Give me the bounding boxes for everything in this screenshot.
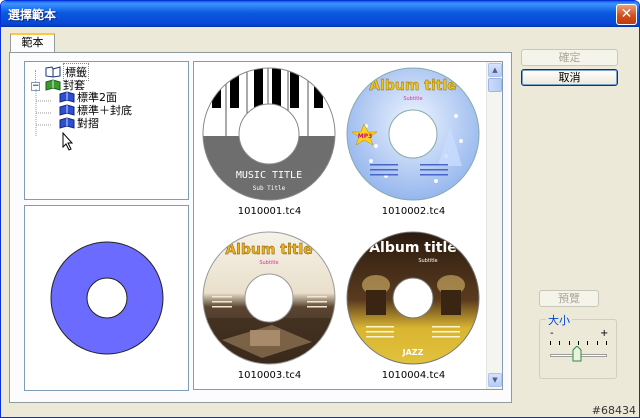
disc-1-title: MUSIC TITLE (236, 170, 302, 181)
disc-jazz-icon: Album title Subtitle JAZZ (346, 231, 480, 365)
cancel-button[interactable]: 取消 (521, 69, 618, 86)
disc-2-badge: MP3 (358, 133, 373, 140)
disc-winter-icon: Album title Subtitle MP3 (346, 67, 480, 201)
slider-ticks (550, 341, 607, 345)
disc-preview-icon (50, 241, 164, 355)
disc-3-title: Album title (225, 242, 313, 258)
slider-thumb[interactable] (572, 346, 582, 362)
preview-pane (24, 205, 189, 391)
book-blue-icon (59, 117, 75, 129)
template-item-1010001[interactable]: MUSIC TITLE Sub Title 1010001.tc4 (202, 66, 337, 217)
template-filename: 1010004.tc4 (381, 370, 446, 381)
template-panel: − 標籤 封套 標準2面 標準＋封底 對摺 MUSIC TITLE Sub Ti… (9, 52, 512, 403)
window-title: 選擇範本 (8, 8, 57, 22)
scroll-up-icon[interactable]: ▲ (488, 63, 502, 77)
disc-3-subtitle: Subtitle (259, 260, 278, 266)
template-item-1010004[interactable]: Album title Subtitle JAZZ 1010004.tc4 (346, 230, 481, 381)
template-filename: 1010001.tc4 (237, 206, 302, 217)
disc-sepia-icon: Album title Subtitle (202, 231, 336, 365)
title-bar[interactable]: 選擇範本 ✕ (1, 1, 639, 27)
tree-item-fold[interactable]: 對摺 (59, 116, 99, 130)
scroll-thumb[interactable] (488, 78, 502, 92)
book-blue-icon (59, 91, 75, 103)
disc-2-subtitle: Subtitle (403, 96, 422, 102)
category-tree[interactable]: − 標籤 封套 標準2面 標準＋封底 對摺 (24, 61, 189, 200)
template-filename: 1010003.tc4 (237, 370, 302, 381)
size-group: 大小 - + (539, 312, 617, 379)
disc-1-subtitle: Sub Title (253, 185, 286, 192)
watermark: #68434 (591, 404, 636, 417)
disc-4-footer: JAZZ (402, 348, 424, 357)
disc-2-title: Album title (369, 78, 457, 94)
tab-templates[interactable]: 範本 (10, 33, 55, 53)
mouse-cursor-icon (62, 132, 74, 151)
gallery-scrollbar[interactable]: ▲ ▼ (486, 62, 502, 389)
preview-button[interactable]: 預覽 (539, 290, 599, 307)
scroll-down-icon[interactable]: ▼ (488, 373, 502, 387)
ok-button[interactable]: 確定 (521, 49, 618, 66)
book-label-icon (45, 66, 61, 78)
book-blue-icon (59, 104, 75, 116)
size-plus-label: + (600, 328, 609, 339)
tree-item-fold-text: 對摺 (77, 117, 99, 130)
template-gallery[interactable]: MUSIC TITLE Sub Title 1010001.tc4 Album … (193, 61, 503, 390)
close-button[interactable]: ✕ (616, 4, 637, 25)
disc-4-subtitle: Subtitle (418, 258, 437, 264)
disc-music-icon: MUSIC TITLE Sub Title (202, 67, 336, 201)
template-item-1010002[interactable]: Album title Subtitle MP3 1010002.tc4 (346, 66, 481, 217)
template-filename: 1010002.tc4 (381, 206, 446, 217)
size-minus-label: - (550, 328, 554, 339)
select-template-dialog: 選擇範本 ✕ 範本 − 標籤 封套 標準2面 標準＋封底 對摺 MUSIC TI… (0, 0, 640, 418)
size-label: 大小 (546, 312, 572, 328)
disc-4-title: Album title (369, 240, 457, 256)
template-item-1010003[interactable]: Album title Subtitle 1010003.tc4 (202, 230, 337, 381)
